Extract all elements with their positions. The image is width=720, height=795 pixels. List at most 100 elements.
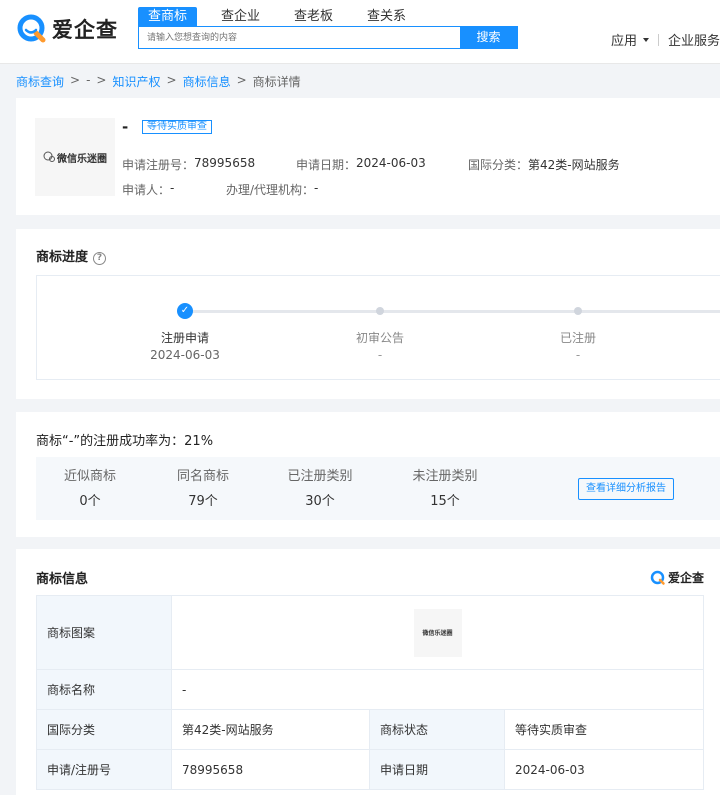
brand-logo[interactable]: 爱企查 (16, 12, 118, 46)
table-cell: 等待实质审查 (504, 709, 704, 750)
enterprise-service-link[interactable]: 企业服务 (668, 30, 720, 49)
corner-brand-logo: 爱企查 (650, 569, 704, 586)
stats-panel: 近似商标 0个 同名商标 79个 已注册类别 30个 未注册类别 15个 查看详… (36, 457, 720, 520)
tab-relation[interactable]: 查关系 (357, 7, 416, 26)
applicant-value: - (170, 181, 175, 195)
table-header-cell: 申请日期 (369, 749, 505, 790)
search-input[interactable] (139, 27, 460, 48)
trademark-name: - (122, 118, 129, 136)
caret-down-icon (642, 37, 649, 42)
stat-unregistered-classes[interactable]: 未注册类别 15个 (395, 465, 495, 509)
top-nav: 应用 企业服务 (611, 30, 720, 49)
table-cell: 第42类-网站服务 (171, 709, 370, 750)
table-cell: 微信乐迷圈 (171, 595, 704, 670)
apply-date-row: 申请日期： 2024-06-03 (296, 156, 426, 173)
applicant-row: 申请人： - (122, 181, 174, 198)
table-row: 申请/注册号 78995658 申请日期 2024-06-03 (36, 749, 704, 790)
status-badge: 等待实质审查 (142, 120, 212, 134)
reg-no-value: 78995658 (194, 156, 256, 170)
nav-divider (657, 33, 659, 46)
stat-label: 未注册类别 (412, 469, 478, 484)
table-row: 商标图案 微信乐迷圈 (36, 595, 704, 670)
tab-boss[interactable]: 查老板 (284, 7, 343, 26)
step-label-registered: 已注册 (559, 331, 596, 345)
tab-trademark[interactable]: 查商标 (138, 7, 198, 26)
table-header-cell: 商标状态 (369, 709, 505, 750)
breadcrumb-separator: > (70, 73, 81, 87)
reg-no-label: 申请注册号： (122, 158, 195, 172)
intl-class-value: 第42类-网站服务 (528, 158, 620, 172)
stat-value: 0个 (79, 494, 101, 509)
stat-label: 已注册类别 (287, 469, 353, 484)
breadcrumb-trademark-info[interactable]: 商标信息 (183, 73, 231, 90)
agency-row: 办理/代理机构： - (226, 181, 318, 198)
success-rate-card: 商标“-”的注册成功率为：21% 近似商标 0个 同名商标 79个 已注册类别 … (16, 412, 720, 537)
trademark-summary-card: 微信乐迷圈 - 等待实质审查 申请注册号： 78995658 申请日期： 202… (16, 98, 720, 215)
breadcrumb-dash: - (86, 73, 91, 87)
trademark-image-text: 微信乐迷圈 (422, 630, 453, 637)
progress-card: 商标进度? ✓ 注册申请 2024-06-03 初审公告 - 已注册 - (16, 229, 720, 399)
apply-date-value: 2024-06-03 (356, 156, 426, 170)
agency-label: 办理/代理机构： (226, 183, 315, 197)
success-rate-title: 商标“-”的注册成功率为：21% (36, 434, 214, 449)
stat-same-name[interactable]: 同名商标 79个 (153, 465, 253, 509)
timeline-track (184, 310, 720, 313)
search-box: 搜索 (138, 26, 518, 49)
step-dot-icon (376, 307, 384, 315)
intl-class-label: 国际分类： (468, 158, 529, 172)
table-header-cell: 申请/注册号 (36, 749, 172, 790)
step-label-apply: 注册申请 (160, 331, 209, 345)
apply-date-label: 申请日期： (296, 158, 357, 172)
help-icon[interactable]: ? (93, 252, 107, 265)
stat-value: 15个 (430, 494, 460, 509)
step-dot-icon (574, 307, 582, 315)
table-cell: 2024-06-03 (504, 749, 704, 790)
search-tabs: 查商标 查企业 查老板 查关系 (138, 7, 430, 26)
breadcrumb-separator: > (236, 73, 247, 87)
applicant-label: 申请人： (122, 183, 171, 197)
trademark-info-card: 商标信息 爱企查 商标图案 微信乐迷圈 商标名称 - 国际分类 第42类-网站服… (16, 549, 720, 795)
stat-similar[interactable]: 近似商标 0个 (40, 465, 140, 509)
stat-registered-classes[interactable]: 已注册类别 30个 (270, 465, 370, 509)
breadcrumb-trademark-query[interactable]: 商标查询 (16, 73, 64, 90)
table-header-cell: 国际分类 (36, 709, 172, 750)
reg-no-row: 申请注册号： 78995658 (122, 156, 255, 173)
step-label-publication: 初审公告 (355, 331, 404, 345)
logo-q-icon (17, 14, 46, 43)
corner-logo-text: 爱企查 (667, 571, 704, 585)
breadcrumb-separator: > (166, 73, 177, 87)
stat-value: 79个 (188, 494, 218, 509)
trademark-thumbnail[interactable]: 微信乐迷圈 (35, 118, 115, 196)
progress-title-row: 商标进度? (36, 246, 107, 265)
check-icon: ✓ (177, 303, 193, 319)
view-report-button[interactable]: 查看详细分析报告 (578, 478, 674, 500)
table-header-cell: 商标名称 (36, 669, 172, 710)
step-date-apply: 2024-06-03 (150, 348, 220, 362)
progress-title: 商标进度 (36, 250, 89, 265)
stat-label: 同名商标 (176, 469, 229, 484)
breadcrumb-ip[interactable]: 知识产权 (112, 73, 160, 90)
step-date-publication: - (377, 348, 383, 362)
trademark-info-title: 商标信息 (36, 572, 89, 587)
table-cell: - (171, 669, 704, 710)
breadcrumb-current: 商标详情 (252, 75, 301, 89)
step-date-registered: - (575, 348, 581, 362)
trademark-image[interactable]: 微信乐迷圈 (413, 608, 462, 657)
logo-q-icon (650, 570, 665, 585)
table-row: 国际分类 第42类-网站服务 商标状态 等待实质审查 (36, 709, 704, 750)
table-header-cell: 商标图案 (36, 595, 172, 670)
thumbnail-text: 微信乐迷圈 (57, 153, 107, 165)
search-button[interactable]: 搜索 (460, 27, 517, 48)
intl-class-row: 国际分类： 第42类-网站服务 (468, 156, 620, 173)
breadcrumb-separator: > (96, 73, 107, 87)
table-cell: 78995658 (171, 749, 370, 790)
breadcrumb: 商标查询 > - > 知识产权 > 商标信息 > 商标详情 (16, 73, 307, 90)
chat-bubble-icon (43, 151, 55, 162)
app-menu[interactable]: 应用 (611, 30, 649, 49)
progress-timeline: ✓ 注册申请 2024-06-03 初审公告 - 已注册 - (36, 275, 720, 380)
table-row: 商标名称 - (36, 669, 704, 710)
top-header: 爱企查 查商标 查企业 查老板 查关系 搜索 应用 企业服务 (0, 0, 720, 64)
agency-value: - (314, 181, 319, 195)
stat-label: 近似商标 (63, 469, 116, 484)
tab-company[interactable]: 查企业 (211, 7, 270, 26)
